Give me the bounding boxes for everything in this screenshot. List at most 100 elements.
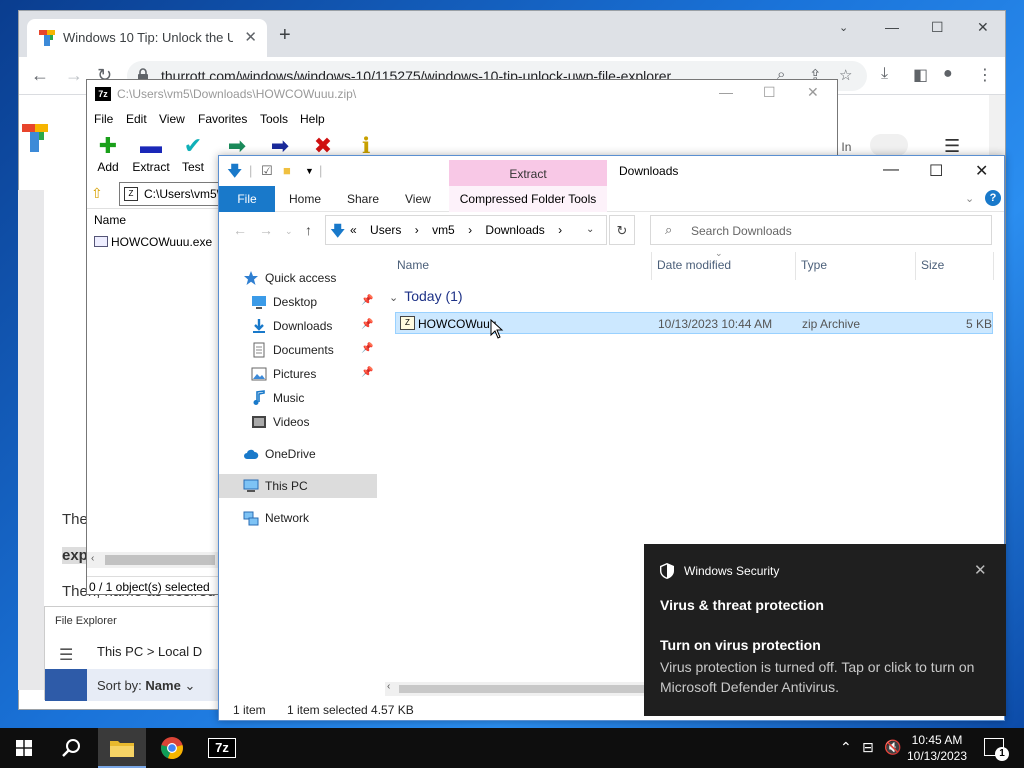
qat-dropdown-icon[interactable]: ▼ (305, 166, 314, 176)
7zip-menu-favorites[interactable]: Favorites (198, 112, 247, 126)
address-dropdown-icon[interactable]: ⌄ (586, 224, 594, 235)
explorer-ribbon: File Home Share View Compressed Folder T… (219, 186, 1004, 212)
explorer-minimize-icon[interactable]: — (883, 161, 899, 179)
search-box[interactable]: ⌕ Search Downloads (650, 215, 992, 245)
ribbon-tab-view[interactable]: View (405, 192, 431, 206)
explorer-download-folder-icon: 🡇 (227, 163, 243, 180)
nav-item-pictures[interactable]: Pictures 📌 (219, 362, 377, 386)
nav-item-quick-access[interactable]: Quick access (219, 266, 377, 290)
breadcrumb-users[interactable]: Users (370, 223, 401, 237)
explorer-maximize-icon[interactable]: ☐ (929, 161, 943, 181)
toast-app-name: Windows Security (684, 564, 780, 578)
taskbar-file-explorer[interactable] (98, 728, 146, 768)
windows-security-toast[interactable]: Windows Security ✕ Virus & threat protec… (644, 544, 1006, 716)
ribbon-tab-compressed-folder-tools[interactable]: Compressed Folder Tools (449, 186, 607, 212)
article-screenshot: File Explorer ☰ This PC > Local D Sort b… (44, 606, 244, 701)
show-hidden-icons-icon[interactable]: ⌃ (840, 739, 852, 756)
downloads-icon[interactable]: ⤓ (881, 65, 888, 83)
ribbon-tab-file[interactable]: File (219, 186, 275, 212)
close-icon[interactable]: ✕ (977, 19, 989, 36)
new-folder-icon[interactable]: ■ (283, 163, 291, 178)
nav-item-this-pc[interactable]: This PC (219, 474, 377, 498)
profile-icon[interactable]: ● (943, 65, 953, 83)
nav-item-music[interactable]: Music (219, 386, 377, 410)
nav-item-network[interactable]: Network (219, 506, 377, 530)
refresh-button[interactable]: ↻ (609, 215, 635, 245)
file-row[interactable]: Z HOWCOWuuu 10/13/2023 10:44 AM zip Arch… (395, 312, 993, 334)
nav-item-desktop[interactable]: Desktop 📌 (219, 290, 377, 314)
breadcrumb-vm5[interactable]: vm5 (432, 223, 455, 237)
nav-back-icon[interactable]: ← (233, 222, 247, 238)
new-tab-icon[interactable]: + (279, 25, 291, 45)
network-tray-icon[interactable]: ⊟ (862, 739, 874, 756)
7zip-extract-button[interactable]: ▬ Extract (129, 134, 173, 175)
7zip-column-name[interactable]: Name (94, 213, 126, 227)
column-type[interactable]: Type (801, 258, 827, 272)
7zip-add-button[interactable]: ✚ Add (86, 134, 130, 175)
breadcrumb-separator-2[interactable]: › (468, 223, 472, 237)
maximize-icon[interactable]: ☐ (931, 19, 944, 36)
column-date-modified[interactable]: Date modified (657, 258, 731, 272)
nav-item-videos[interactable]: Videos (219, 410, 377, 434)
breadcrumb-downloads[interactable]: Downloads (485, 223, 544, 237)
explorer-address-bar[interactable]: 🡇 « Users › vm5 › Downloads › ⌄ (325, 215, 607, 245)
nav-up-icon[interactable]: ↑ (305, 222, 312, 238)
scroll-left-arrow-icon[interactable]: ‹ (387, 681, 390, 692)
ribbon-tab-home[interactable]: Home (289, 192, 321, 206)
help-icon[interactable]: ? (985, 190, 1001, 206)
7zip-hscrollbar[interactable]: ‹ (87, 552, 219, 568)
explorer-close-icon[interactable]: ✕ (975, 161, 988, 181)
menu-kebab-icon[interactable]: ⋮ (977, 65, 993, 85)
explorer-scroll-thumb[interactable] (399, 685, 645, 693)
action-center-button[interactable]: 1 (984, 738, 1009, 761)
column-size[interactable]: Size (921, 258, 944, 272)
7zip-scroll-thumb[interactable] (105, 555, 215, 565)
ribbon-expand-chevron-icon[interactable]: ⌄ (965, 192, 974, 205)
7zip-menu-view[interactable]: View (159, 112, 185, 126)
side-panel-icon[interactable]: ◧ (913, 65, 928, 85)
scroll-left-icon[interactable]: ‹ (91, 553, 94, 564)
taskbar-chrome[interactable] (148, 728, 196, 768)
toast-close-icon[interactable]: ✕ (974, 561, 987, 579)
7zip-menu-edit[interactable]: Edit (126, 112, 147, 126)
ribbon-tab-share[interactable]: Share (347, 192, 379, 206)
tab-search-chevron-icon[interactable]: ⌄ (839, 21, 848, 34)
7zip-menu-file[interactable]: File (94, 112, 113, 126)
test-icon: ✔ (183, 133, 203, 158)
site-menu-icon[interactable]: ☰ (944, 136, 960, 157)
extract-context-tab[interactable]: Extract (449, 160, 607, 188)
nav-item-documents[interactable]: Documents 📌 (219, 338, 377, 362)
theme-toggle[interactable] (870, 134, 908, 156)
back-icon[interactable]: ← (31, 65, 49, 86)
taskbar-search-button[interactable] (48, 728, 96, 768)
group-header-today[interactable]: ⌄ Today (1) (389, 288, 463, 304)
taskbar-clock[interactable]: 10:45 AM 10/13/2023 (904, 732, 970, 764)
forward-icon[interactable]: → (65, 65, 83, 86)
breadcrumb-overflow[interactable]: « (350, 223, 357, 237)
breadcrumb-separator-3[interactable]: › (558, 223, 562, 237)
7zip-menu-help[interactable]: Help (300, 112, 325, 126)
7zip-test-button[interactable]: ✔ Test (171, 133, 215, 175)
7zip-close-icon[interactable]: ✕ (807, 84, 819, 101)
7zip-maximize-icon[interactable]: ☐ (763, 84, 776, 101)
tab-close-icon[interactable]: ✕ (244, 28, 257, 46)
recent-locations-icon[interactable]: ⌄ (285, 226, 293, 237)
start-button[interactable] (0, 728, 48, 768)
bookmark-star-icon[interactable]: ☆ (839, 66, 852, 84)
column-name[interactable]: Name (397, 258, 429, 272)
volume-muted-icon[interactable]: 🔇 (884, 739, 901, 756)
nav-forward-icon[interactable]: → (259, 222, 273, 238)
folder-up-icon[interactable]: ⇧ (91, 185, 103, 202)
toast-body: Virus protection is turned off. Tap or c… (660, 659, 975, 695)
breadcrumb-separator[interactable]: › (415, 223, 419, 237)
nav-item-onedrive[interactable]: OneDrive (219, 442, 377, 466)
explorer-hscrollbar[interactable]: ‹ (385, 681, 645, 696)
7zip-minimize-icon[interactable]: — (719, 84, 733, 100)
browser-tab[interactable]: Windows 10 Tip: Unlock the UWP File Expl… (27, 19, 267, 57)
nav-item-downloads[interactable]: Downloads 📌 (219, 314, 377, 338)
minimize-icon[interactable]: — (885, 19, 899, 35)
7zip-menu-tools[interactable]: Tools (260, 112, 288, 126)
properties-icon[interactable]: ☑ (261, 163, 273, 179)
taskbar-7zip[interactable]: 7z (198, 728, 246, 768)
7zip-file-item[interactable]: HOWCOWuuu.exe (94, 235, 212, 249)
